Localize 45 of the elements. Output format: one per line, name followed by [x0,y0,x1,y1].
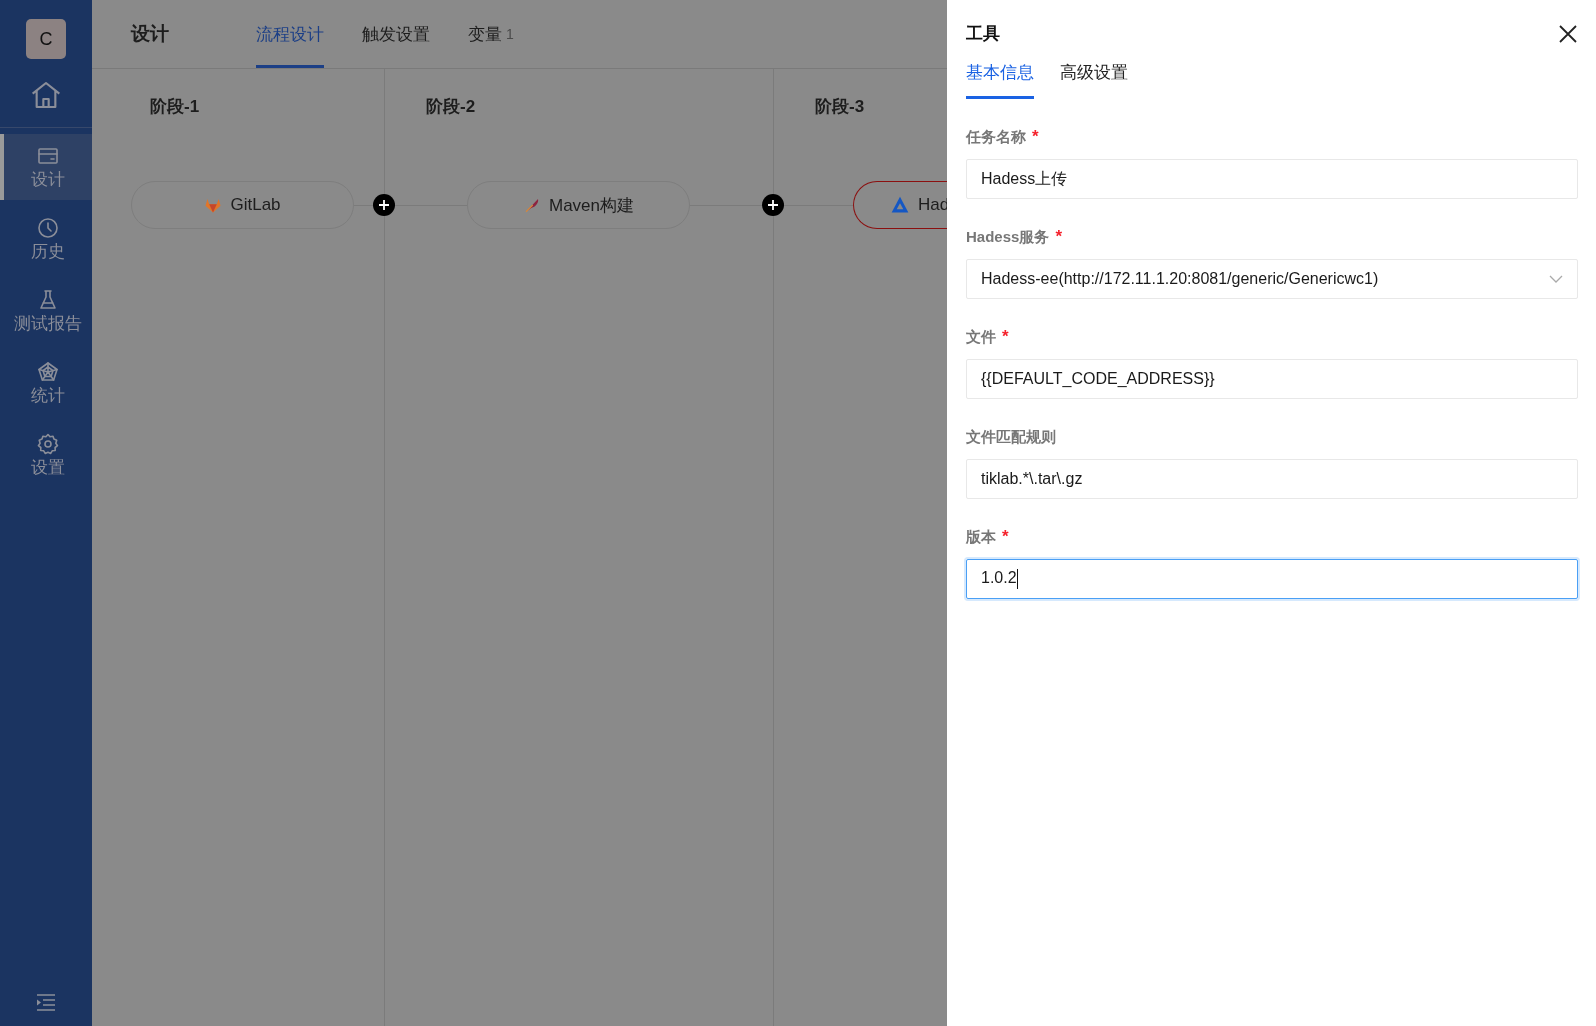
tab[interactable]: 流程设计 [256,0,324,68]
triangle-icon [890,195,910,215]
clock-icon [36,216,60,240]
task-node[interactable]: Maven构建 [467,181,690,229]
field-label: Hadess服务 [966,227,1050,247]
input-field[interactable]: 1.0.2 [966,559,1578,599]
sidebar-item[interactable]: 设置 [0,422,92,488]
add-button[interactable] [762,194,784,216]
radar-icon [36,360,60,384]
field-label: 文件 [966,327,996,347]
add-button[interactable] [373,194,395,216]
required-mark: * [1032,127,1039,147]
field-label: 版本 [966,527,996,547]
sidebar-item[interactable]: 统计 [0,350,92,416]
tab[interactable]: 基本信息 [966,55,1034,99]
stage-title: 阶段-1 [150,96,201,118]
plus-icon [767,199,779,211]
required-mark: * [1055,227,1062,247]
tab[interactable]: 高级设置 [1060,55,1128,99]
required-mark: * [1002,327,1009,347]
avatar[interactable]: C [26,19,66,59]
stage-title: 阶段-2 [426,96,477,118]
indent-icon[interactable] [35,992,57,1012]
input-field[interactable]: {{DEFAULT_CODE_ADDRESS}} [966,359,1578,399]
select-field[interactable]: Hadess-ee(http://172.11.1.20:8081/generic/Genericwc1) [966,259,1578,299]
required-mark: * [1002,527,1009,547]
input-field[interactable]: tiklab.*\.tar\.gz [966,459,1578,499]
sidebar-item[interactable]: 历史 [0,206,92,272]
page-title: 设计 [131,22,169,46]
gear-icon [36,432,60,456]
sidebar-item[interactable]: 设计 [0,134,92,200]
sidebar-item[interactable]: 测试报告 [0,278,92,344]
field-label: 文件匹配规则 [966,427,1056,447]
drawer-title: 工具 [966,23,1000,45]
home-icon[interactable] [29,79,63,111]
field-label: 任务名称 [966,127,1026,147]
stage-title: 阶段-3 [815,96,866,118]
task-node[interactable]: GitLab [131,181,354,229]
close-icon[interactable] [1558,23,1578,44]
chevron-icon [1549,274,1563,284]
fox-icon [204,196,223,214]
plus-icon [378,199,390,211]
tab[interactable]: 触发设置 [362,0,430,68]
input-field[interactable]: Hadess上传 [966,159,1578,199]
tab[interactable]: 变量 1 [468,0,514,68]
